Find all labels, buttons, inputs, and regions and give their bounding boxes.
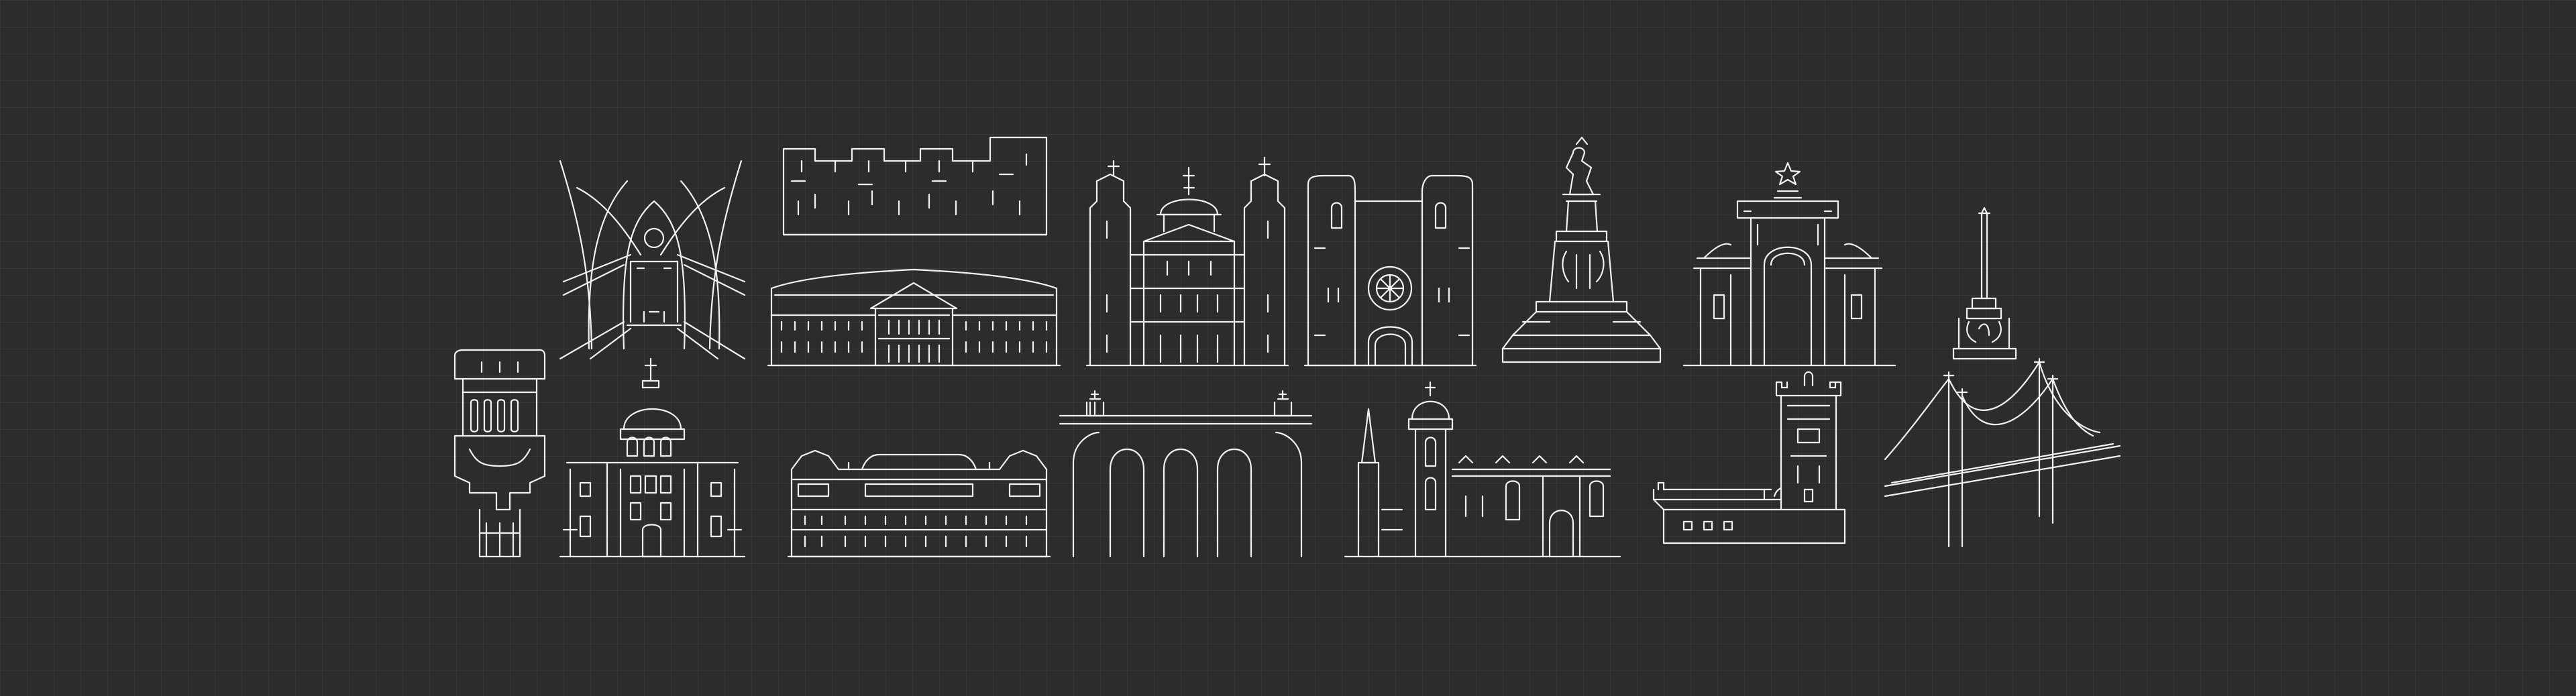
suspension-bridge-icon — [1884, 357, 2121, 548]
domed-church-icon — [559, 357, 746, 558]
obelisk-icon — [1952, 207, 2017, 360]
neoclassical-palace-icon — [767, 268, 1061, 367]
fortress-tower-icon — [1652, 371, 1846, 544]
cathedral-rose-window-icon — [1303, 174, 1477, 367]
castle-battlements-icon — [782, 136, 1048, 236]
monastery-icon — [1344, 381, 1621, 558]
palace-facade-icon — [787, 449, 1051, 558]
triumphal-arch-icon — [1682, 162, 1896, 367]
gothic-arches-icon — [559, 160, 746, 360]
aqueduct-arches-icon — [1059, 390, 1313, 558]
domed-basilica-icon — [1085, 156, 1289, 367]
elevator-tower-icon — [453, 349, 546, 558]
statue-column-icon — [1501, 136, 1662, 363]
landmarks-canvas — [453, 136, 2121, 558]
